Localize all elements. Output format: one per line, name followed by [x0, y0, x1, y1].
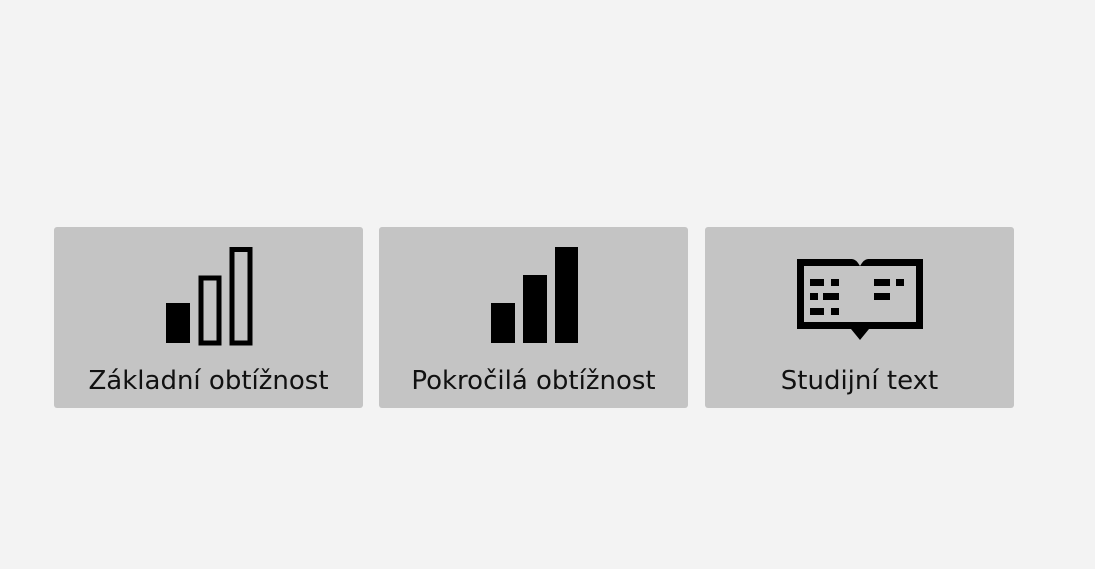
open-book-icon	[796, 259, 923, 340]
signal-bars-partial-icon	[165, 247, 252, 346]
advanced-difficulty-tile[interactable]: Pokročilá obtížnost	[379, 227, 688, 408]
advanced-difficulty-label: Pokročilá obtížnost	[411, 366, 656, 396]
basic-difficulty-label: Základní obtížnost	[88, 366, 329, 396]
study-text-label: Studijní text	[780, 366, 939, 396]
study-text-tile[interactable]: Studijní text	[705, 227, 1014, 408]
basic-difficulty-tile[interactable]: Základní obtížnost	[54, 227, 363, 408]
signal-bars-full-icon	[490, 247, 578, 343]
